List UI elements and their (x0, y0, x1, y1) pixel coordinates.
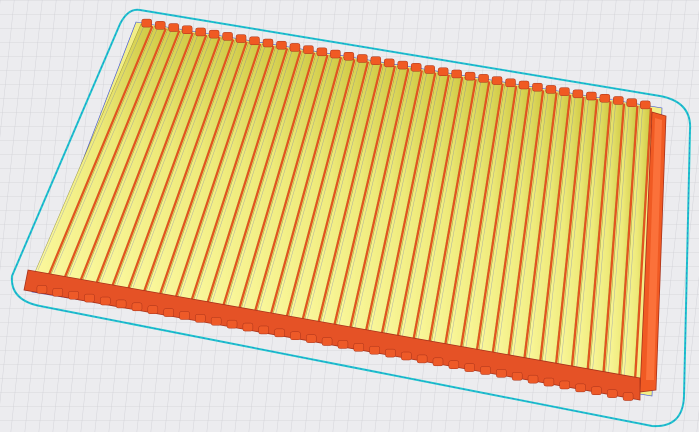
back-bead (262, 38, 274, 48)
front-bead (84, 293, 95, 303)
back-bead (451, 69, 462, 79)
back-bead (141, 18, 152, 28)
build-plate-scene[interactable] (0, 0, 699, 432)
front-bead (115, 299, 127, 309)
back-bead (437, 67, 449, 76)
back-bead (505, 78, 516, 88)
back-bead (397, 60, 408, 70)
back-bead (195, 27, 206, 37)
back-bead (154, 21, 166, 30)
back-bead (545, 85, 557, 94)
front-bead (385, 348, 396, 358)
back-bead (478, 74, 489, 83)
front-bead (369, 345, 380, 355)
front-bead (242, 322, 254, 332)
back-bead (249, 36, 260, 46)
back-bead (559, 87, 570, 96)
back-bead (532, 82, 543, 92)
front-bead (258, 325, 269, 335)
front-bead (543, 377, 555, 387)
front-bead (226, 319, 238, 329)
front-bead (559, 380, 570, 390)
front-bead (274, 328, 285, 338)
front-bead (401, 351, 412, 361)
back-bead (640, 100, 651, 110)
front-bead (290, 331, 301, 341)
front-bead (353, 343, 365, 352)
front-bead (622, 392, 634, 401)
back-bead (572, 89, 584, 99)
front-bead (448, 360, 460, 369)
front-bead (591, 386, 602, 396)
back-bead (303, 45, 314, 54)
front-bead (68, 290, 79, 300)
front-bead (305, 334, 317, 343)
back-bead (181, 25, 193, 34)
front-bead (321, 337, 333, 346)
back-bead (289, 43, 301, 52)
back-bead (384, 58, 395, 68)
front-bead (432, 357, 444, 367)
back-bead (586, 91, 597, 101)
front-bead (575, 383, 586, 393)
front-bead (496, 369, 507, 378)
front-bead (511, 372, 523, 381)
front-bead (480, 366, 491, 375)
back-bead (518, 80, 530, 90)
front-bead (464, 363, 475, 372)
back-bead (464, 71, 476, 81)
back-bead (330, 49, 341, 59)
back-bead (410, 63, 422, 72)
layer-view-viewport[interactable] (0, 0, 699, 432)
back-bead (613, 96, 624, 105)
front-bead (36, 285, 48, 294)
back-bead (491, 76, 503, 85)
back-bead (357, 54, 368, 63)
back-bead (222, 32, 233, 41)
front-bead (195, 314, 206, 323)
back-bead (316, 47, 328, 57)
front-bead (163, 308, 174, 317)
front-bead (606, 389, 618, 398)
front-bead (179, 311, 190, 320)
back-bead (168, 23, 179, 32)
front-bead (527, 374, 539, 384)
back-bead (208, 29, 220, 39)
back-bead (599, 94, 611, 103)
front-bead (52, 288, 64, 297)
front-bead (131, 302, 143, 312)
front-bead (210, 317, 222, 326)
back-bead (343, 52, 355, 61)
back-bead (276, 40, 287, 50)
back-bead (370, 56, 382, 65)
back-bead (235, 34, 247, 43)
front-bead (416, 354, 428, 364)
front-bead (100, 296, 111, 306)
front-bead (337, 340, 349, 349)
front-bead (147, 305, 159, 314)
back-bead (626, 98, 638, 107)
back-bead (424, 65, 435, 74)
